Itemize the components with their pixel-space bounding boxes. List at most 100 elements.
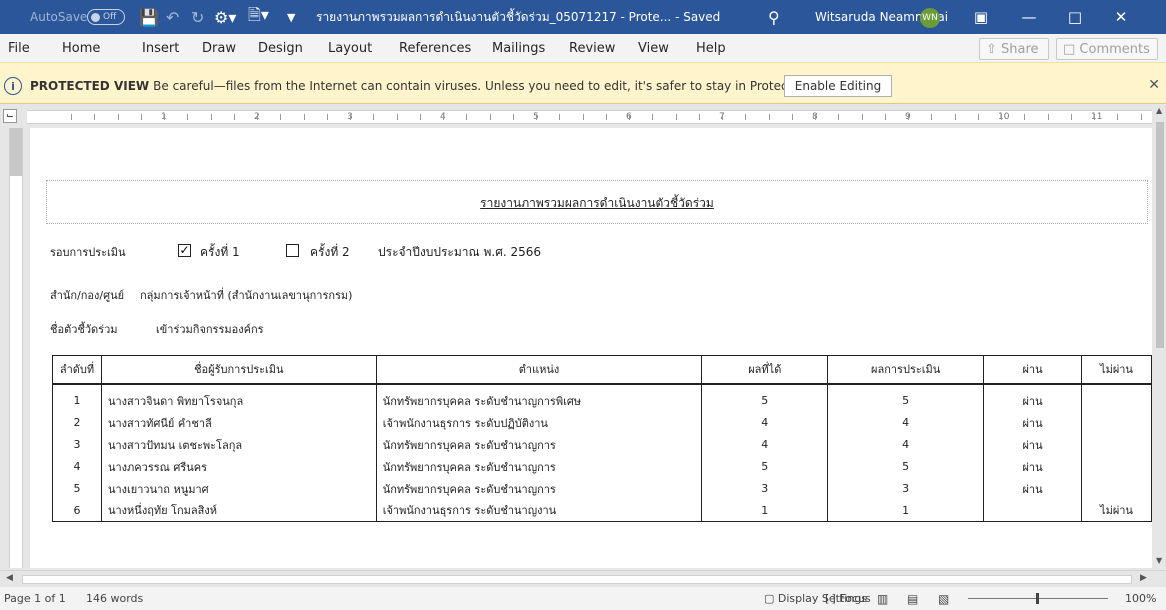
ruler-tick — [187, 114, 188, 120]
ruler-tick — [164, 114, 165, 120]
horizontal-ruler[interactable]: ⌙ 1234567891011 — [0, 104, 1166, 128]
ribbon-display-icon[interactable]: ▣ — [958, 0, 1004, 34]
ruler-tick — [466, 114, 467, 120]
enable-editing-button[interactable]: Enable Editing — [784, 75, 892, 97]
cell-position: นักทรัพยากรบุคคล ระดับชำนาญการ — [375, 433, 703, 456]
vertical-scroll-thumb[interactable] — [1156, 122, 1164, 348]
menu-view[interactable]: View — [638, 34, 669, 62]
horizontal-scroll-thumb[interactable] — [22, 575, 1132, 584]
maximize-icon[interactable]: □ — [1052, 0, 1098, 34]
table-row: 1 นางสาวจินดา พิทยาโรจนกุล นักทรัพยากรบุ… — [52, 389, 1152, 412]
round2-checkbox[interactable] — [286, 244, 299, 257]
ruler-strip[interactable]: 1234567891011 — [27, 110, 1152, 124]
customize-toolbar-icon[interactable]: ▼ — [287, 0, 295, 34]
round1-label: ครั้งที่ 1 — [200, 245, 240, 259]
ruler-tick — [1094, 114, 1095, 120]
save-icon[interactable]: 💾 — [139, 0, 159, 34]
redo-icon[interactable]: ↻ — [191, 0, 204, 34]
comments-button[interactable]: □ Comments — [1056, 38, 1158, 60]
round2-label: ครั้งที่ 2 — [310, 245, 350, 259]
round1-checkbox[interactable]: ✓ — [178, 244, 191, 257]
print-layout-icon[interactable]: ▤ — [907, 587, 918, 610]
share-icon: ⇧ — [986, 41, 1002, 57]
zoom-level[interactable]: 100% — [1125, 587, 1156, 610]
menu-file[interactable]: File — [8, 34, 30, 62]
scroll-down-icon[interactable]: ▼ — [1156, 556, 1162, 565]
read-mode-icon[interactable]: ▥ — [877, 587, 888, 610]
cell-order: 5 — [52, 477, 102, 500]
scroll-right-icon[interactable]: ▶ — [1140, 573, 1147, 583]
cell-position: นักทรัพยากรบุคคล ระดับชำนาญการพิเศษ — [375, 389, 703, 412]
zoom-slider-handle[interactable] — [1036, 593, 1039, 604]
autosave-toggle[interactable]: Off — [87, 9, 125, 25]
search-icon[interactable]: ⚲ — [768, 0, 780, 34]
cell-name: นางสาวทัศนีย์ คำชาลี — [100, 411, 377, 434]
cell-position: นักทรัพยากรบุคคล ระดับชำนาญการ — [375, 455, 703, 478]
scroll-left-icon[interactable]: ◀ — [6, 573, 13, 583]
cell-result: 4 — [827, 411, 985, 434]
web-layout-icon[interactable]: ▧ — [938, 587, 949, 610]
menu-insert[interactable]: Insert — [142, 34, 179, 62]
close-icon[interactable]: ✕ — [1098, 0, 1144, 34]
tab-selector-icon[interactable]: ⌙ — [3, 109, 17, 123]
zoom-slider[interactable] — [968, 593, 1108, 604]
word-count[interactable]: 146 words — [86, 587, 143, 610]
minimize-icon[interactable]: — — [1006, 0, 1052, 34]
print-preview-icon[interactable]: 🗎▾ — [248, 0, 269, 34]
cell-order: 3 — [52, 433, 102, 456]
menu-home[interactable]: Home — [62, 34, 100, 62]
share-button[interactable]: ⇧ Share — [979, 38, 1049, 60]
focus-button[interactable]: [ ] Focus — [825, 587, 871, 610]
autosave-state: Off — [103, 12, 117, 22]
title-bar: AutoSave Off 💾 ↶ ↻ ⚙▾ 🗎▾ ▼ รายงานภาพรวมผ… — [0, 0, 1166, 34]
cell-score: 4 — [701, 433, 829, 456]
ruler-tick — [862, 114, 863, 120]
avatar[interactable]: WN — [920, 8, 940, 28]
menu-design[interactable]: Design — [258, 34, 303, 62]
cell-pass: ผ่าน — [983, 389, 1082, 412]
scroll-up-icon[interactable]: ▲ — [1156, 106, 1162, 115]
ruler-tick — [420, 114, 421, 120]
horizontal-scrollbar[interactable]: ◀ ▶ — [0, 570, 1166, 587]
close-icon[interactable]: ✕ — [1148, 77, 1160, 93]
menu-mailings[interactable]: Mailings — [492, 34, 545, 62]
cell-score: 1 — [701, 499, 829, 522]
ruler-tick — [304, 114, 305, 120]
vertical-ruler[interactable] — [9, 128, 23, 568]
menu-draw[interactable]: Draw — [202, 34, 236, 62]
ruler-tick — [397, 114, 398, 120]
table-row: 4 นางภควรรณ ศรีนคร นักทรัพยากรบุคคล ระดั… — [52, 455, 1152, 478]
col-header: ตำแหน่ง — [375, 355, 703, 385]
format-painter-icon[interactable]: ⚙▾ — [214, 0, 236, 34]
cell-fail — [1081, 455, 1152, 478]
vertical-scrollbar[interactable]: ▲ ▼ — [1154, 104, 1166, 570]
menu-help[interactable]: Help — [696, 34, 726, 62]
ruler-tick — [699, 114, 700, 120]
menu-references[interactable]: References — [399, 34, 471, 62]
cell-score: 5 — [701, 455, 829, 478]
ruler-tick — [792, 114, 793, 120]
autosave-label: AutoSave — [30, 10, 88, 24]
cell-position: นักทรัพยากรบุคคล ระดับชำนาญการ — [375, 477, 703, 500]
table-row: 5 นางเยาวนาถ หนูมาศ นักทรัพยากรบุคคล ระด… — [52, 477, 1152, 500]
ruler-tick — [513, 114, 514, 120]
monitor-icon: ▢ — [764, 592, 778, 605]
cell-name: นางเยาวนาถ หนูมาศ — [100, 477, 377, 500]
comment-icon: □ — [1063, 41, 1080, 57]
info-icon: i — [4, 77, 22, 95]
undo-icon[interactable]: ↶ — [166, 0, 179, 34]
document-page[interactable]: รายงานภาพรวมผลการดำเนินงานตัวชี้วัดร่วม … — [30, 128, 1152, 568]
ruler-tick — [908, 114, 909, 120]
menu-review[interactable]: Review — [569, 34, 615, 62]
comments-label: Comments — [1079, 41, 1150, 57]
col-header: ผ่าน — [983, 355, 1082, 385]
cell-pass: ผ่าน — [983, 433, 1082, 456]
protected-view-bar: i PROTECTED VIEW Be careful—files from th… — [0, 62, 1166, 104]
cell-name: นางสาวจินดา พิทยาโรจนกุล — [100, 389, 377, 412]
menu-layout[interactable]: Layout — [328, 34, 372, 62]
document-title[interactable]: รายงานภาพรวมผลการดำเนินงานตัวชี้วัดร่วม_… — [316, 0, 720, 34]
page-count[interactable]: Page 1 of 1 — [4, 587, 66, 610]
cell-name: นางสาวปัทมน เตชะพะโลกุล — [100, 433, 377, 456]
col-header: ลำดับที่ — [52, 355, 102, 385]
ruler-tick — [373, 114, 374, 120]
